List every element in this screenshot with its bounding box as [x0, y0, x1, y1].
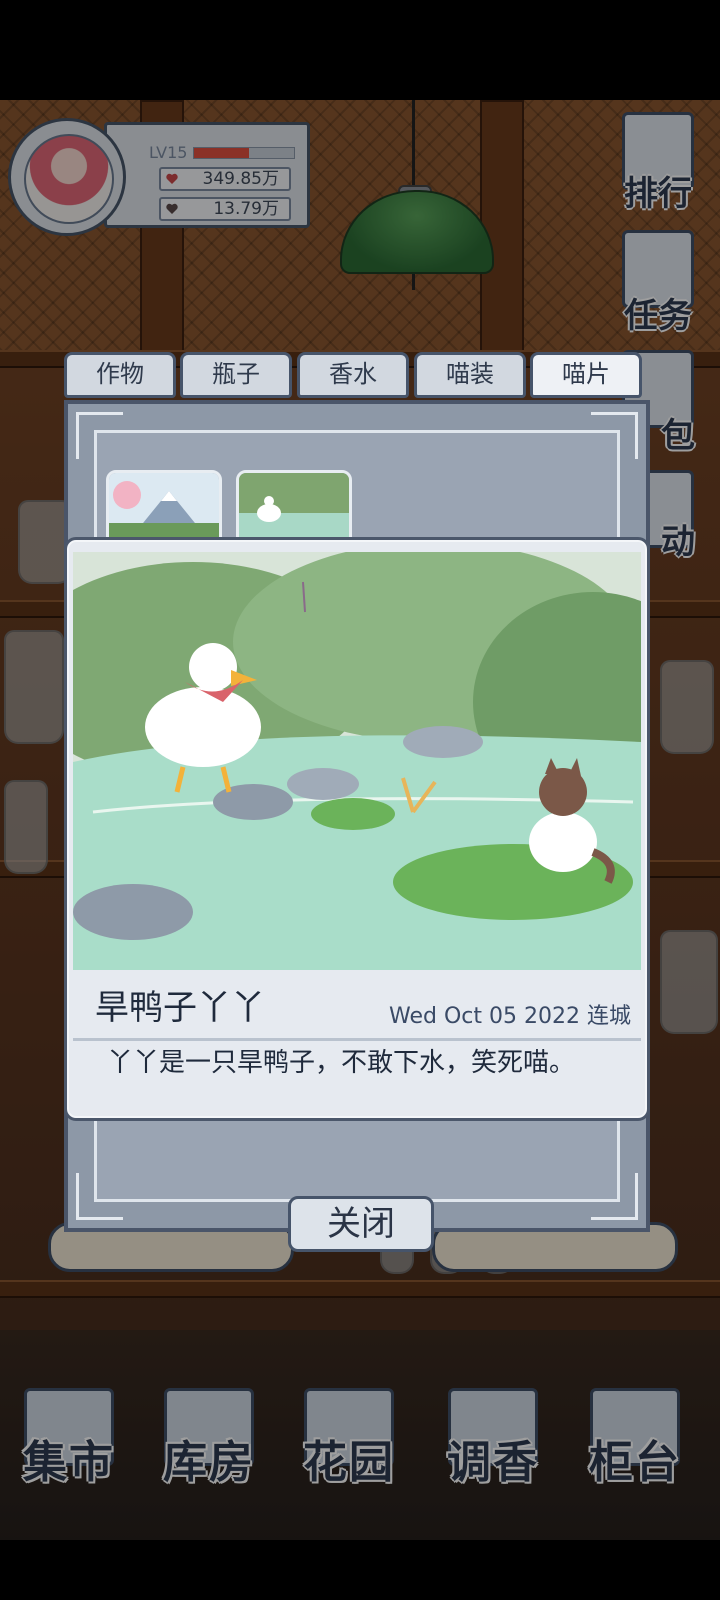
card-description: 丫丫是一只旱鸭子，不敢下水，笑死喵。: [107, 1048, 576, 1078]
card-title: 旱鸭子丫丫: [95, 988, 265, 1028]
tab-cat-cards[interactable]: 喵片: [530, 352, 642, 398]
tab-bottles[interactable]: 瓶子: [180, 352, 292, 398]
duck-thumbnail-icon: [239, 473, 349, 537]
mountain-thumbnail-icon: [109, 473, 219, 537]
duck-and-cat-pond-illustration: [73, 552, 641, 970]
frame-corner: [76, 412, 123, 459]
card-illustration: [73, 552, 641, 970]
frame-corner: [76, 1173, 123, 1220]
card-thumbnail[interactable]: [236, 470, 352, 540]
card-header: 旱鸭子丫丫 Wed Oct 05 2022 连城: [73, 976, 641, 1041]
close-button[interactable]: 关闭: [288, 1196, 434, 1252]
frame-corner: [591, 1173, 638, 1220]
tab-cat-outfits[interactable]: 喵装: [414, 352, 526, 398]
tab-crops[interactable]: 作物: [64, 352, 176, 398]
tab-perfume[interactable]: 香水: [297, 352, 409, 398]
frame-corner: [591, 412, 638, 459]
collection-tabs: 作物 瓶子 香水 喵装 喵片: [64, 352, 650, 400]
card-date-location: Wed Oct 05 2022 连城: [389, 1004, 631, 1029]
card-thumbnail[interactable]: [106, 470, 222, 540]
cat-card-detail: 旱鸭子丫丫 Wed Oct 05 2022 连城 丫丫是一只旱鸭子，不敢下水，笑…: [64, 537, 650, 1121]
